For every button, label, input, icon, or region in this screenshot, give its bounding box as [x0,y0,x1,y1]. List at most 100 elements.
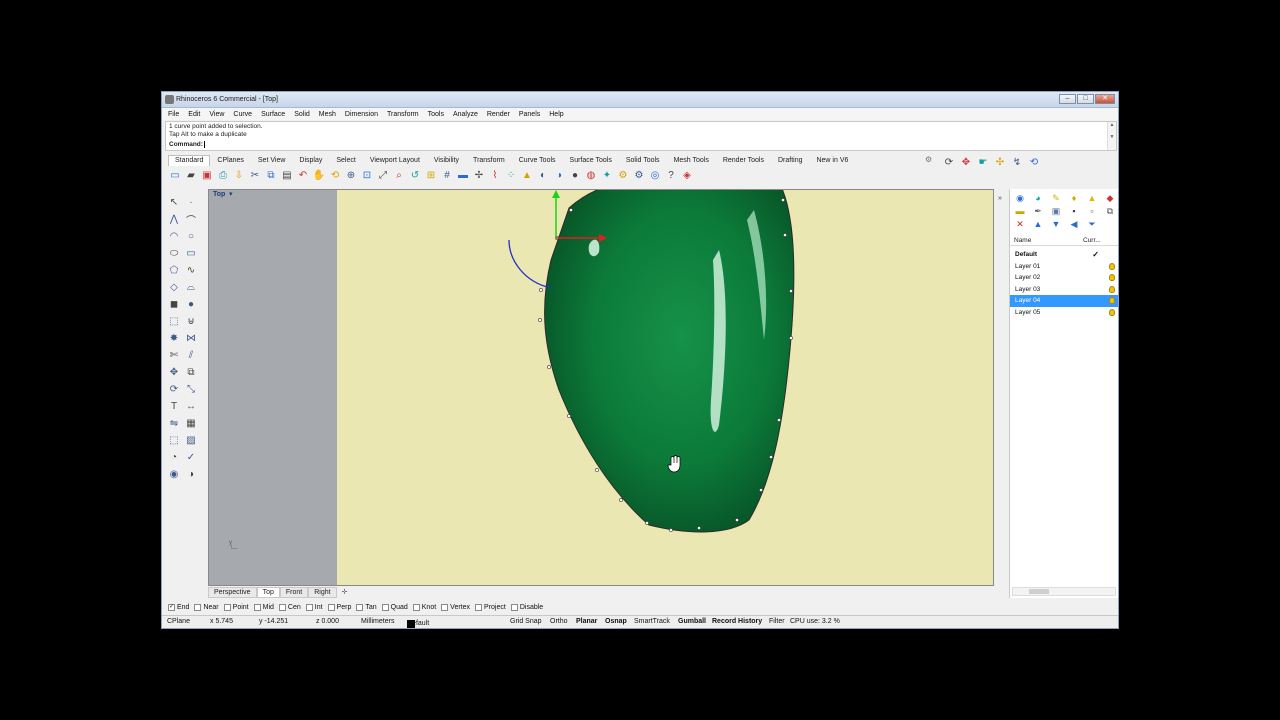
viewport-title[interactable]: Top [213,191,225,198]
check-icon[interactable]: ✓ [183,450,199,464]
osnap-checkbox[interactable] [412,603,420,611]
tab-visibility[interactable]: Visibility [427,155,466,166]
new-sublayer-icon[interactable]: ⧉ [1104,205,1116,217]
osnap-checkbox[interactable] [223,603,231,611]
free-form-curve-icon[interactable]: ∿ [183,263,199,277]
delete-icon[interactable]: ▬ [456,168,470,182]
trim-icon[interactable]: ✄ [166,348,182,362]
osnap-checkbox[interactable] [356,603,364,611]
display-panel-icon[interactable]: ▣ [1050,205,1062,217]
zoom-extents-icon[interactable]: ⤢ [376,168,390,182]
lasso-icon[interactable]: ⟳ [942,155,956,169]
move-left-icon[interactable]: ◀ [1068,218,1080,230]
boolean-icon[interactable]: ⊎ [183,314,199,328]
status-filter[interactable]: Filter [769,618,785,625]
status-ortho[interactable]: Ortho [550,618,568,625]
open-icon[interactable]: ▰ [184,168,198,182]
curve-cv-icon[interactable]: ⌒ [183,212,199,227]
rotate-icon[interactable]: ⟳ [166,382,182,396]
minimize-button[interactable]: – [1059,94,1076,104]
circle-icon[interactable]: ○ [183,229,199,243]
dimension-icon[interactable]: ↔ [183,399,199,413]
block-icon[interactable]: ▨ [183,433,199,447]
extrude-icon[interactable]: ⬚ [166,314,182,328]
surface-icon[interactable]: ◇ [166,280,182,294]
status-record-history[interactable]: Record History [712,618,762,625]
zoom-window-icon[interactable]: ⊡ [360,168,374,182]
grid-icon[interactable]: # [440,168,454,182]
osnap-vertex[interactable]: Vertex [441,603,470,611]
layer-visibility-bulb-icon[interactable] [1109,285,1115,293]
osnap-end[interactable]: ✓ End [168,603,189,611]
new-icon[interactable]: ▭ [168,168,182,182]
material-icon[interactable]: ◑ [552,168,566,182]
eyedropper-icon[interactable]: ✒ [1032,205,1044,217]
group-icon[interactable]: ⬚ [166,433,182,447]
move-up-icon[interactable]: ▲ [1032,218,1044,230]
menu-file[interactable]: File [168,111,179,118]
osnap-tan[interactable]: Tan [356,603,377,611]
control-points-icon[interactable]: ⁘ [504,168,518,182]
rotate-view-icon[interactable]: ⟲ [328,168,342,182]
layer-panel-scrollbar[interactable] [1012,587,1116,596]
status-planar[interactable]: Planar [576,618,597,625]
osnap-quad[interactable]: Quad [381,603,408,611]
layer-row[interactable]: Layer 03 [1010,284,1118,296]
tab-select[interactable]: Select [329,155,362,166]
array-icon[interactable]: ▦ [183,416,199,430]
more-icon[interactable]: ◈ [680,168,694,182]
render-preview-icon[interactable]: ● [568,168,582,182]
history-icon[interactable]: ⟲ [1027,155,1041,169]
undo-icon[interactable]: ↶ [296,168,310,182]
help-icon[interactable]: ? [664,168,678,182]
panel-collapse-icon[interactable]: » [998,195,1002,202]
status-units[interactable]: Millimeters [361,618,394,625]
new-layer-icon[interactable]: ▫ [1086,205,1098,217]
layer-row[interactable]: Layer 01 [1010,261,1118,273]
status-gumball[interactable]: Gumball [678,618,706,625]
osnap-checkbox[interactable] [475,603,483,611]
menu-analyze[interactable]: Analyze [453,111,478,118]
gumball-icon[interactable]: ✣ [993,155,1007,169]
osnap-disable[interactable]: Disable [510,603,543,611]
column-name[interactable]: Name [1014,237,1031,244]
tab-solid-tools[interactable]: Solid Tools [619,155,667,166]
move-down-icon[interactable]: ▼ [1050,218,1062,230]
zoom-selected-icon[interactable]: ⌕ [392,168,406,182]
menu-edit[interactable]: Edit [188,111,200,118]
layer-visibility-bulb-icon[interactable] [1109,308,1115,316]
select-arrow-icon[interactable]: ↖ [166,195,182,209]
osnap-near[interactable]: Near [194,603,219,611]
ellipse-icon[interactable]: ⬭ [166,246,182,260]
viewport-tab-top[interactable]: Top [256,587,280,598]
tab-viewport-layout[interactable]: Viewport Layout [363,155,427,166]
copy-icon[interactable]: ⧉ [264,168,278,182]
osnap-cen[interactable]: Cen [278,603,301,611]
filter-icon[interactable]: ⏷ [1086,218,1098,230]
explode-icon[interactable]: ✸ [166,331,182,345]
paste-icon[interactable]: ▤ [280,168,294,182]
menu-help[interactable]: Help [549,111,563,118]
menu-curve[interactable]: Curve [233,111,252,118]
box-icon[interactable]: ◼ [166,297,182,311]
osnap-checkbox[interactable]: ✓ [168,603,175,611]
layer-row[interactable]: Default ✓ [1010,249,1118,261]
polygon-icon[interactable]: ⬠ [166,263,182,277]
status-grid-snap[interactable]: Grid Snap [510,618,542,625]
layer-visibility-bulb-icon[interactable] [1109,274,1115,281]
menu-render[interactable]: Render [487,111,510,118]
notification-icon[interactable]: ▲ [1086,192,1098,204]
menu-panels[interactable]: Panels [519,111,540,118]
osnap-knot[interactable]: Knot [412,603,436,611]
menu-surface[interactable]: Surface [261,111,285,118]
split-icon[interactable]: ⫽ [183,348,199,362]
layer-row[interactable]: Layer 04 [1010,295,1118,307]
layers-tab-icon[interactable]: ◆ [1104,192,1116,204]
tab-surface-tools[interactable]: Surface Tools [563,155,619,166]
select-curves-icon[interactable]: ⌇ [488,168,502,182]
osnap-checkbox[interactable] [305,603,313,611]
folder-icon[interactable]: ▬ [1014,205,1026,217]
light-icon[interactable]: ✦ [600,168,614,182]
close-button[interactable]: ✕ [1095,94,1115,104]
display-mode-icon[interactable]: ◐ [536,168,550,182]
